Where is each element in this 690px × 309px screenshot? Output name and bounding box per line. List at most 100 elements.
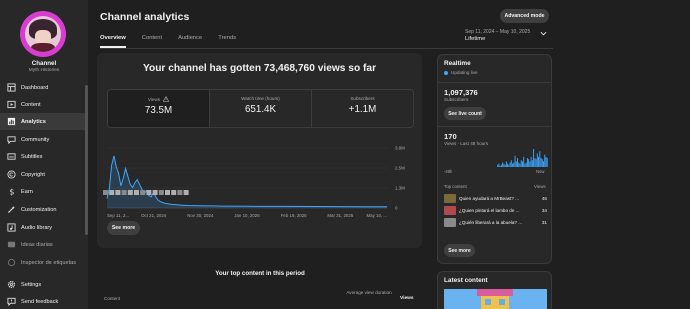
realtime-bar (538, 156, 540, 167)
column-header-avg-duration[interactable]: Average view duration (345, 290, 393, 296)
sidebar-item-community[interactable]: Community (0, 131, 86, 148)
list-item[interactable]: ¿Quién liberará a la abuela? ... 31 (444, 217, 548, 228)
dashboard-icon (6, 83, 16, 93)
video-views: 46 (541, 196, 547, 201)
video-marker[interactable] (115, 190, 121, 195)
divider (438, 82, 551, 83)
realtime-subscribers: 1,097,376 (444, 88, 478, 97)
see-live-count-button[interactable]: See live count (444, 107, 486, 120)
sidebar-item-label: Customization (21, 206, 57, 213)
sidebar-item-dashboard[interactable]: Dashboard (0, 79, 86, 96)
realtime-bar (539, 151, 541, 167)
realtime-see-more-button[interactable]: See more (444, 244, 475, 257)
realtime-bar (529, 161, 531, 167)
video-thumbnail (444, 194, 456, 203)
video-marker[interactable] (152, 190, 158, 195)
tab-content[interactable]: Content (142, 35, 162, 47)
y-tick-label: 3.8M (395, 146, 405, 151)
metric-value: 73.5M (144, 105, 173, 116)
views-headline: Your channel has gotten 73,468,760 views… (142, 63, 377, 74)
metric-label: Watch time (hours) (241, 96, 280, 101)
video-marker[interactable] (183, 190, 189, 195)
sidebar-item-copyright[interactable]: Copyright (0, 166, 86, 183)
analytics-icon (6, 117, 16, 127)
tab-overview[interactable]: Overview (100, 35, 126, 48)
channel-handle: Myth Histories (28, 68, 60, 73)
period-selector[interactable]: Lifetime (465, 36, 485, 42)
realtime-bar-chart[interactable] (444, 147, 548, 167)
sidebar-item-tag-inspector[interactable]: Inspector de etiquetas (0, 254, 86, 271)
video-title: Quien ayudará a MrBeast? ... (459, 196, 520, 201)
sidebar-item-label: Earn (21, 188, 33, 195)
realtime-title: Realtime (444, 60, 471, 67)
y-tick-label: 0 (395, 206, 398, 211)
chevron-down-icon[interactable] (540, 31, 547, 36)
realtime-bar (508, 164, 510, 167)
sidebar-scrollbar[interactable] (85, 85, 88, 235)
video-marker[interactable] (171, 190, 177, 195)
date-range[interactable]: Sep 11, 2024 – May 10, 2025 (465, 29, 530, 35)
top-content-title: Your top content in this period (215, 270, 305, 277)
list-item[interactable]: Quien ayudará a MrBeast? ... 46 (444, 193, 548, 204)
metric-watch-time[interactable]: Watch time (hours) 651.4K (210, 90, 312, 127)
video-marker[interactable] (146, 190, 152, 195)
tab-audience[interactable]: Audience (178, 35, 202, 47)
realtime-bar (505, 161, 507, 167)
sidebar-item-label: Copyright (21, 171, 45, 178)
y-tick-label: 1.3M (395, 186, 405, 191)
metric-subscribers[interactable]: Subscribers +1.1M (312, 90, 413, 127)
sidebar-item-label: Dashboard (21, 84, 49, 91)
see-more-button[interactable]: See more (107, 221, 140, 235)
sidebar-item-send-feedback[interactable]: Send feedback (0, 293, 86, 309)
realtime-axis-end: Now (536, 169, 545, 174)
video-marker[interactable] (177, 190, 183, 195)
tab-trends[interactable]: Trends (218, 35, 236, 47)
video-marker[interactable] (121, 190, 127, 195)
realtime-bar (526, 158, 528, 167)
video-marker[interactable] (140, 190, 146, 195)
sidebar-item-label: Inspector de etiquetas (21, 259, 77, 266)
metric-views[interactable]: Views 73.5M (108, 90, 210, 127)
video-marker[interactable] (134, 190, 139, 195)
list-item[interactable]: ¿Quien pintará el lambo de ... 34 (444, 205, 548, 216)
video-marker[interactable] (109, 190, 115, 195)
video-views: 34 (541, 208, 547, 213)
realtime-bar (503, 163, 505, 167)
video-marker[interactable] (158, 190, 164, 195)
video-marker[interactable] (165, 190, 170, 195)
video-views: 31 (541, 220, 547, 225)
realtime-card: Realtime Updating live 1,097,376 Subscri… (437, 54, 552, 264)
views-chart[interactable]: 3.8M 2.5M 1.3M 0 Sep 11, 2... Oct 21, 2024 Nov… (97, 133, 422, 218)
realtime-subscribers-label: Subscribers (444, 97, 469, 102)
sidebar-item-audio-library[interactable]: Audio library (0, 219, 86, 236)
sidebar-item-content[interactable]: Content (0, 96, 86, 113)
metric-value: +1.1M (348, 104, 377, 115)
realtime-bar (528, 159, 530, 167)
sidebar-item-analytics[interactable]: Analytics (0, 113, 86, 130)
views-area (107, 155, 387, 208)
video-marker[interactable] (127, 190, 133, 195)
realtime-bar (546, 158, 548, 167)
sidebar-item-label: Analytics (21, 118, 46, 125)
settings-icon (6, 280, 16, 290)
live-dot-icon (444, 70, 448, 75)
latest-video-thumbnail[interactable] (444, 289, 547, 309)
sidebar-item-customization[interactable]: Customization (0, 201, 86, 218)
channel-avatar[interactable] (20, 11, 66, 57)
y-tick-label: 2.5M (395, 166, 405, 171)
advanced-mode-button[interactable]: Advanced mode (500, 9, 549, 23)
sidebar-item-ideas[interactable]: Ideas diarias (0, 236, 86, 253)
sidebar-item-label: Send feedback (21, 298, 59, 305)
realtime-bar (499, 165, 501, 167)
svg-text:$: $ (9, 187, 14, 196)
header-divider (100, 48, 553, 49)
video-marker[interactable] (103, 190, 108, 195)
realtime-bar (534, 158, 536, 167)
column-header-views[interactable]: Views (400, 296, 414, 301)
sidebar-item-subtitles[interactable]: Subtitles (0, 148, 86, 165)
sidebar-item-label: Audio library (21, 224, 53, 231)
sidebar-item-settings[interactable]: Settings (0, 276, 86, 293)
sidebar-item-earn[interactable]: $ Earn (0, 183, 86, 200)
tag-inspector-icon (6, 258, 16, 268)
x-tick-label: Nov 30, 2024 (187, 213, 214, 218)
